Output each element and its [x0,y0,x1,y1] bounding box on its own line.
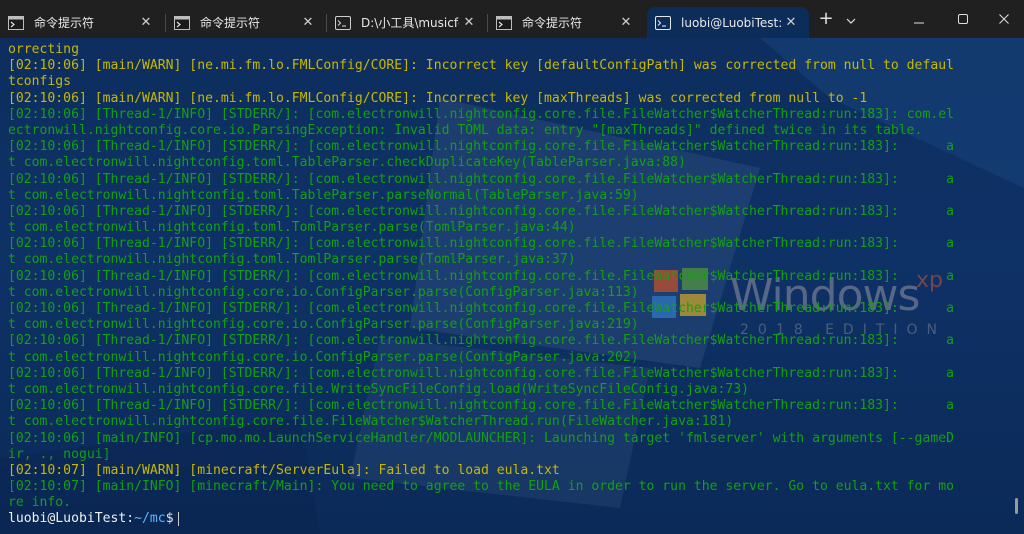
terminal-line: [02:10:06] [Thread-1/INFO] [STDERR/]: [c… [8,333,954,349]
terminal-line: [02:10:06] [Thread-1/INFO] [STDERR/]: [c… [8,365,954,381]
prompt-separator: : [126,511,135,527]
tab-musicfox[interactable]: D:\小工具\musicfox. ✕ [327,7,487,38]
prompt-user-host: luobi@LuobiTest [8,511,127,527]
terminal-line: [02:10:06] [main/WARN] [ne.mi.fm.lo.FMLC… [8,90,868,106]
tab-cmd-3[interactable]: 命令提示符 ✕ [488,7,644,38]
tab-cmd-1[interactable]: 命令提示符 ✕ [0,7,164,38]
cmd-icon [8,15,24,30]
tab-label: 命令提示符 [34,16,95,30]
terminal-line: t com.electronwill.nightconfig.toml.Toml… [8,220,576,236]
terminal-line: t com.electronwill.nightconfig.toml.Tabl… [8,155,686,171]
terminal-line: [02:10:06] [Thread-1/INFO] [STDERR/]: [c… [8,398,954,414]
minimize-icon [914,9,924,28]
prompt-symbol: $ [165,511,174,527]
tab-label: D:\小工具\musicfox. [361,16,459,30]
terminal-line: [02:10:06] [Thread-1/INFO] [STDERR/]: [c… [8,139,954,155]
tab-label: 命令提示符 [200,16,261,30]
maximize-button[interactable] [942,0,984,36]
tab-luobi-active[interactable]: luobi@LuobiTest: ~/ ✕ [647,7,809,38]
terminal-line: re info. [8,495,72,511]
terminal-line: [02:10:06] [Thread-1/INFO] [STDERR/]: [c… [8,171,954,187]
new-tab-button[interactable]: + [814,0,838,36]
terminal-line: t com.electronwill.nightconfig.core.io.C… [8,349,639,365]
close-icon[interactable]: ✕ [616,13,636,33]
tab-bar: 命令提示符 ✕ 命令提示符 ✕ D:\小工具\musicfox. ✕ 命令提示符 [0,0,1024,38]
terminal-line: t com.electronwill.nightconfig.core.io.C… [8,317,639,333]
shell-prompt[interactable]: luobi@LuobiTest:~/mc$ [8,511,1008,527]
cmd-icon [496,15,512,30]
text-cursor [177,511,179,526]
close-icon[interactable]: ✕ [136,13,156,33]
terminal-line: [02:10:06] [Thread-1/INFO] [STDERR/]: [c… [8,203,954,219]
terminal-line: [02:10:07] [main/INFO] [minecraft/Main]:… [8,479,954,495]
prompt-path: ~/mc [134,511,166,527]
linux-terminal-icon [655,15,671,30]
scrollbar-thumb[interactable] [1015,498,1018,514]
close-icon[interactable]: ✕ [781,13,801,33]
terminal-line: orrecting [8,42,79,57]
minimize-button[interactable] [896,0,942,36]
terminal-line: t com.electronwill.nightconfig.core.io.C… [8,284,639,300]
terminal-line: tconfigs [8,74,72,90]
terminal-line: [02:10:06] [main/INFO] [cp.mo.mo.LaunchS… [8,430,954,446]
terminal-line: [02:10:06] [Thread-1/INFO] [STDERR/]: [c… [8,301,954,316]
terminal-line: t com.electronwill.nightconfig.core.file… [8,381,750,397]
chevron-down-icon [846,9,856,28]
terminal-line: ectronwill.nightconfig.core.io.ParsingEx… [8,122,923,138]
terminal-pane[interactable]: Windows xp 2018 EDITION orrecting [02:10:… [0,38,1024,534]
cmd-icon [174,15,190,30]
terminal-line: [02:10:06] [Thread-1/INFO] [STDERR/]: [c… [8,268,954,284]
close-icon [999,9,1009,28]
terminal-output[interactable]: orrecting [02:10:06] [main/WARN] [ne.mi.f… [8,42,1008,528]
terminal-window: 命令提示符 ✕ 命令提示符 ✕ D:\小工具\musicfox. ✕ 命令提示符 [0,0,1024,534]
close-window-button[interactable] [984,0,1024,36]
terminal-line: [02:10:07] [main/WARN] [minecraft/Server… [8,462,560,478]
terminal-line: [02:10:06] [Thread-1/INFO] [STDERR/]: [c… [8,236,954,252]
terminal-line: t com.electronwill.nightconfig.toml.Toml… [8,252,576,268]
terminal-line: [02:10:06] [Thread-1/INFO] [STDERR/]: [c… [8,106,954,122]
close-icon[interactable]: ✕ [459,13,479,33]
terminal-line: t com.electronwill.nightconfig.core.file… [8,414,734,430]
close-icon[interactable]: ✕ [298,13,318,33]
terminal-line: t com.electronwill.nightconfig.toml.Tabl… [8,187,639,203]
tab-cmd-2[interactable]: 命令提示符 ✕ [166,7,326,38]
terminal-icon [335,15,351,30]
tab-dropdown-button[interactable] [840,0,862,36]
maximize-icon [958,9,968,28]
terminal-line: ir, ., nogui] [8,446,111,462]
tab-label: luobi@LuobiTest: ~/ [681,15,781,30]
tab-label: 命令提示符 [522,16,583,30]
terminal-line: [02:10:06] [main/WARN] [ne.mi.fm.lo.FMLC… [8,58,954,74]
